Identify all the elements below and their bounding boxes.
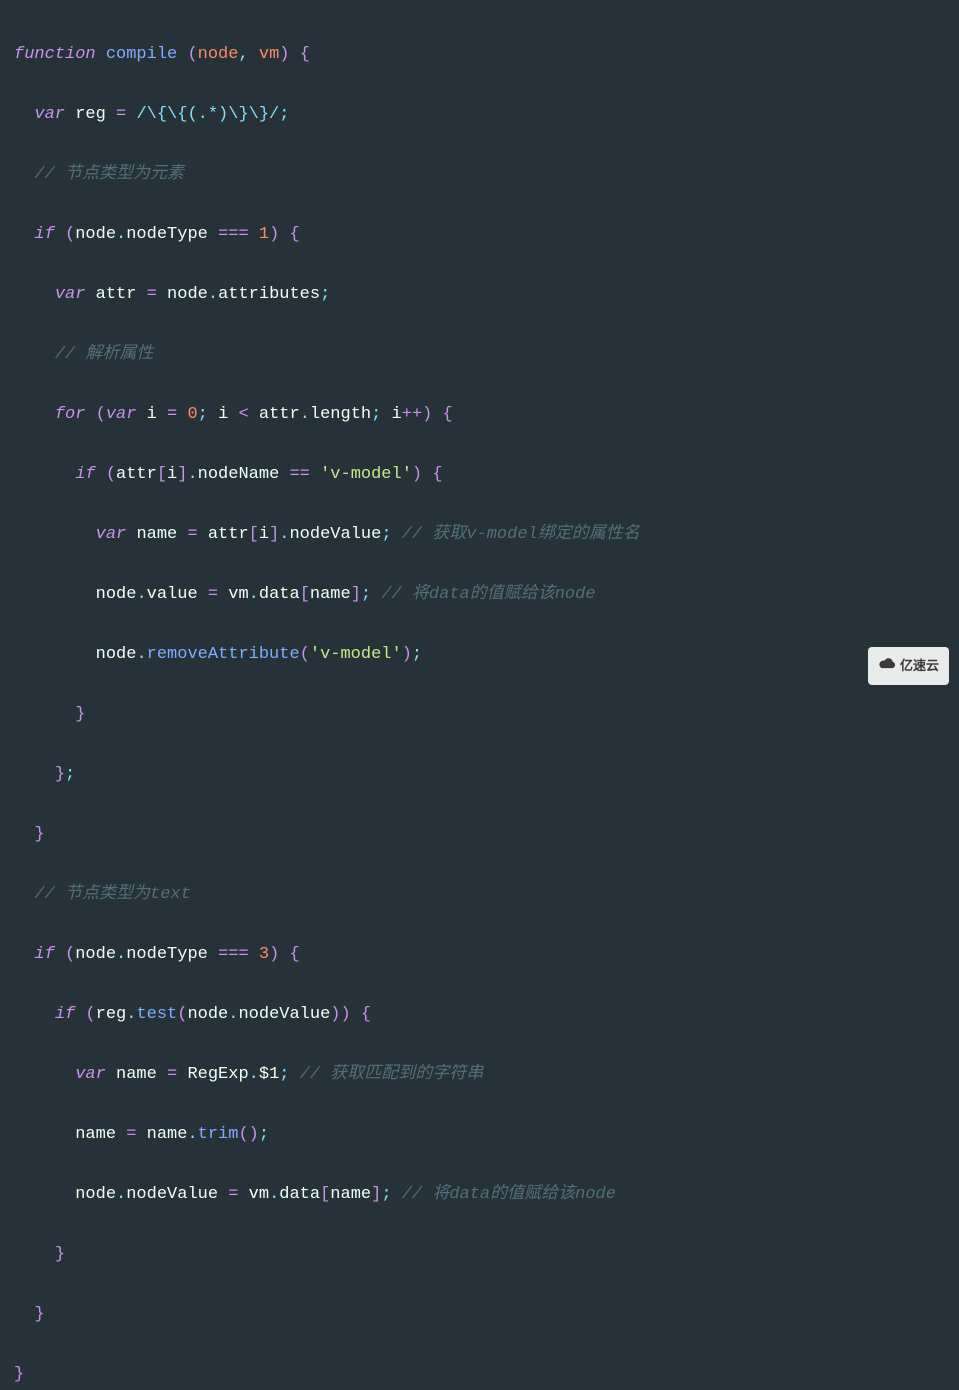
keyword-var: var: [75, 1065, 106, 1084]
property: nodeType: [126, 945, 208, 964]
code-line: };: [14, 760, 945, 790]
identifier: reg: [75, 105, 106, 124]
property: length: [310, 405, 371, 424]
code-line: }: [14, 820, 945, 850]
code-line: // 解析属性: [14, 340, 945, 370]
number: 1: [259, 225, 269, 244]
method: test: [136, 1005, 177, 1024]
identifier: i: [218, 405, 228, 424]
property: nodeValue: [289, 525, 381, 544]
identifier: node: [96, 585, 137, 604]
identifier: vm: [249, 1185, 269, 1204]
code-line: name = name.trim();: [14, 1120, 945, 1150]
code-line: if (reg.test(node.nodeValue)) {: [14, 1000, 945, 1030]
identifier: i: [259, 525, 269, 544]
identifier: vm: [228, 585, 248, 604]
identifier: i: [147, 405, 157, 424]
identifier: name: [75, 1125, 116, 1144]
identifier: attr: [208, 525, 249, 544]
method: trim: [198, 1125, 239, 1144]
identifier: node: [75, 945, 116, 964]
property: nodeName: [198, 465, 280, 484]
property: $1: [259, 1065, 279, 1084]
code-line: }: [14, 700, 945, 730]
identifier: node: [75, 1185, 116, 1204]
code-line: // 节点类型为元素: [14, 160, 945, 190]
string: 'v-model': [320, 465, 412, 484]
comment: // 解析属性: [55, 345, 154, 364]
param-node: node: [198, 45, 239, 64]
code-line: var attr = node.attributes;: [14, 280, 945, 310]
identifier: name: [330, 1185, 371, 1204]
keyword-if: if: [55, 1005, 75, 1024]
property: data: [279, 1185, 320, 1204]
code-line: }: [14, 1240, 945, 1270]
identifier: node: [96, 645, 137, 664]
identifier: node: [167, 285, 208, 304]
code-line: }: [14, 1300, 945, 1330]
property: attributes: [218, 285, 320, 304]
code-line: for (var i = 0; i < attr.length; i++) {: [14, 400, 945, 430]
code-line: if (attr[i].nodeName == 'v-model') {: [14, 460, 945, 490]
comment: // 节点类型为元素: [34, 165, 184, 184]
identifier: attr: [116, 465, 157, 484]
keyword-var: var: [55, 285, 86, 304]
operator: ===: [218, 225, 249, 244]
keyword-if: if: [75, 465, 95, 484]
property: value: [147, 585, 198, 604]
keyword-var: var: [106, 405, 137, 424]
property: data: [259, 585, 300, 604]
identifier: attr: [259, 405, 300, 424]
code-line: node.nodeValue = vm.data[name]; // 将data…: [14, 1180, 945, 1210]
keyword-function: function: [14, 45, 96, 64]
property: nodeType: [126, 225, 208, 244]
comment: // 获取匹配到的字符串: [300, 1065, 484, 1084]
comment: // 将data的值赋给该node: [381, 585, 595, 604]
keyword-var: var: [96, 525, 127, 544]
code-line: if (node.nodeType === 3) {: [14, 940, 945, 970]
keyword-var: var: [34, 105, 65, 124]
code-line: node.removeAttribute('v-model');: [14, 640, 945, 670]
identifier: name: [147, 1125, 188, 1144]
regex-literal: /\{\{(.*)\}\}/: [136, 105, 279, 124]
comment: // 获取v-model绑定的属性名: [402, 525, 640, 544]
cloud-icon: [878, 651, 896, 681]
code-line: if (node.nodeType === 1) {: [14, 220, 945, 250]
keyword-if: if: [34, 225, 54, 244]
identifier: name: [116, 1065, 157, 1084]
watermark-badge: 亿速云: [868, 647, 949, 685]
code-line: var reg = /\{\{(.*)\}\}/;: [14, 100, 945, 130]
identifier: RegExp: [187, 1065, 248, 1084]
code-line: var name = attr[i].nodeValue; // 获取v-mod…: [14, 520, 945, 550]
property: nodeValue: [238, 1005, 330, 1024]
code-line: // 节点类型为text: [14, 880, 945, 910]
code-block: function compile (node, vm) { var reg = …: [14, 10, 945, 1390]
number: 0: [187, 405, 197, 424]
identifier: i: [167, 465, 177, 484]
keyword-for: for: [55, 405, 86, 424]
identifier: reg: [96, 1005, 127, 1024]
watermark-text: 亿速云: [900, 651, 939, 681]
number: 3: [259, 945, 269, 964]
param-vm: vm: [259, 45, 279, 64]
method: removeAttribute: [147, 645, 300, 664]
identifier: attr: [96, 285, 137, 304]
identifier: node: [75, 225, 116, 244]
identifier: name: [136, 525, 177, 544]
identifier: node: [187, 1005, 228, 1024]
code-line: node.value = vm.data[name]; // 将data的值赋给…: [14, 580, 945, 610]
keyword-if: if: [34, 945, 54, 964]
comment: // 将data的值赋给该node: [402, 1185, 616, 1204]
identifier: name: [310, 585, 351, 604]
function-name: compile: [106, 45, 177, 64]
property: nodeValue: [126, 1185, 218, 1204]
code-line: }: [14, 1360, 945, 1390]
comment: // 节点类型为text: [34, 885, 190, 904]
code-line: var name = RegExp.$1; // 获取匹配到的字符串: [14, 1060, 945, 1090]
code-line: function compile (node, vm) {: [14, 40, 945, 70]
identifier: i: [392, 405, 402, 424]
string: 'v-model': [310, 645, 402, 664]
operator: ==: [289, 465, 309, 484]
operator: ===: [218, 945, 249, 964]
